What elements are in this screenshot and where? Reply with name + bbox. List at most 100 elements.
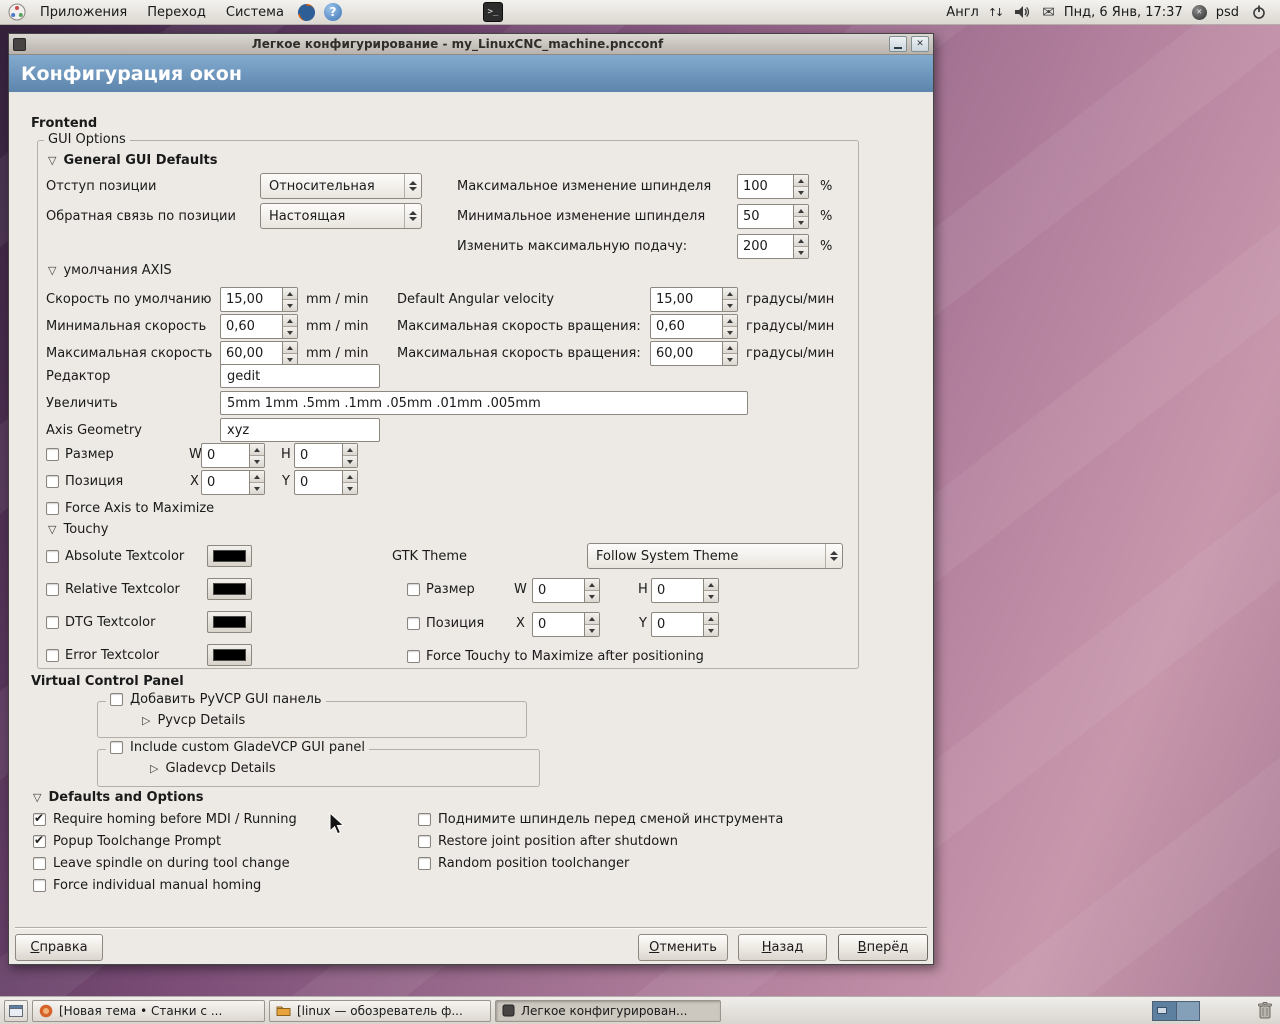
spin-up-button[interactable] [343, 471, 357, 482]
axis-size-w-spin[interactable]: 0 [201, 443, 265, 468]
spin-down-button[interactable] [250, 482, 264, 494]
editor-entry[interactable]: gedit [220, 364, 380, 388]
user-status-icon[interactable]: ✕ [1191, 4, 1207, 20]
spin-up-button[interactable] [250, 444, 264, 455]
clock[interactable]: Пнд, 6 Янв, 17:37 [1064, 5, 1183, 20]
forward-button[interactable]: Вперёд [838, 934, 928, 961]
position-feedback-combo[interactable]: Настоящая [260, 203, 422, 229]
gladevcp-details-expander[interactable]: ▷ Gladevcp Details [150, 761, 276, 776]
max-speed-spin[interactable]: 60,00 [220, 341, 298, 366]
back-button[interactable]: Назад [738, 934, 827, 961]
workspace-2[interactable] [1176, 1001, 1199, 1020]
spin-up-button[interactable] [343, 444, 357, 455]
spin-up-button[interactable] [723, 342, 737, 353]
keyboard-switch-icon[interactable]: ↑↓ [988, 6, 1005, 19]
spin-down-button[interactable] [794, 246, 808, 258]
cancel-button[interactable]: Отменить [638, 934, 728, 961]
spin-down-button[interactable] [283, 326, 297, 338]
axis-position-checkbox[interactable] [46, 475, 59, 488]
spin-down-button[interactable] [250, 455, 264, 467]
restore-joint-checkbox[interactable] [418, 835, 431, 848]
axis-defaults-expander[interactable]: ▽ умолчания AXIS [48, 263, 172, 278]
max-angular-2-spin[interactable]: 60,00 [650, 341, 738, 366]
min-speed-spin[interactable]: 0,60 [220, 314, 298, 339]
spin-up-button[interactable] [794, 235, 808, 246]
spin-up-button[interactable] [585, 613, 599, 624]
error-textcolor-button[interactable] [207, 644, 252, 666]
window-titlebar[interactable]: Легкое конфигурирование - my_LinuxCNC_ma… [9, 34, 933, 55]
spin-up-button[interactable] [283, 315, 297, 326]
raise-spindle-checkbox[interactable] [418, 813, 431, 826]
spin-down-button[interactable] [723, 299, 737, 311]
spin-down-button[interactable] [704, 590, 718, 602]
axis-size-h-spin[interactable]: 0 [294, 443, 358, 468]
taskbar-item-pncconf[interactable]: Легкое конфигурирован... [495, 999, 721, 1022]
spin-up-button[interactable] [794, 205, 808, 216]
gtk-theme-combo[interactable]: Follow System Theme [587, 543, 843, 569]
keyboard-layout-indicator[interactable]: Англ [946, 5, 979, 20]
spin-up-button[interactable] [704, 579, 718, 590]
axis-size-checkbox[interactable] [46, 448, 59, 461]
dtg-textcolor-button[interactable] [207, 611, 252, 633]
menu-places[interactable]: Переход [139, 3, 214, 22]
dtg-textcolor-checkbox[interactable] [46, 616, 59, 629]
general-gui-defaults-expander[interactable]: ▽ General GUI Defaults [48, 153, 217, 168]
axis-position-x-spin[interactable]: 0 [201, 470, 265, 495]
force-axis-maximize-checkbox[interactable] [46, 502, 59, 515]
spin-up-button[interactable] [723, 288, 737, 299]
spin-up-button[interactable] [794, 175, 808, 186]
username[interactable]: psd [1216, 5, 1239, 20]
spin-down-button[interactable] [794, 216, 808, 228]
close-button[interactable]: ✕ [911, 36, 929, 52]
trash-icon[interactable] [1254, 1000, 1276, 1022]
firefox-launcher-icon[interactable] [296, 1, 318, 23]
spin-up-button[interactable] [283, 288, 297, 299]
touchy-position-checkbox[interactable] [407, 617, 420, 630]
absolute-textcolor-button[interactable] [207, 545, 252, 567]
spin-down-button[interactable] [704, 624, 718, 636]
feed-max-spin[interactable]: 200 [737, 234, 809, 259]
relative-textcolor-button[interactable] [207, 578, 252, 600]
spin-up-button[interactable] [250, 471, 264, 482]
terminal-launcher-icon[interactable]: >_ [482, 1, 504, 23]
default-angular-spin[interactable]: 15,00 [650, 287, 738, 312]
max-angular-1-spin[interactable]: 0,60 [650, 314, 738, 339]
spin-down-button[interactable] [585, 624, 599, 636]
error-textcolor-checkbox[interactable] [46, 649, 59, 662]
require-homing-checkbox[interactable] [33, 811, 46, 826]
defaults-options-expander[interactable]: ▽ Defaults and Options [33, 790, 204, 805]
spin-down-button[interactable] [283, 299, 297, 311]
help-launcher-icon[interactable]: ? [322, 1, 344, 23]
increments-entry[interactable]: 5mm 1mm .5mm .1mm .05mm .01mm .005mm [220, 391, 748, 415]
spin-up-button[interactable] [585, 579, 599, 590]
taskbar-item-browser-topic[interactable]: [Новая тема • Станки с ... [32, 999, 265, 1022]
relative-textcolor-checkbox[interactable] [46, 583, 59, 596]
force-individual-homing-checkbox[interactable] [33, 879, 46, 892]
touchy-position-x-spin[interactable]: 0 [532, 612, 600, 637]
axis-position-y-spin[interactable]: 0 [294, 470, 358, 495]
spin-down-button[interactable] [343, 482, 357, 494]
minimize-button[interactable] [889, 36, 907, 52]
spin-down-button[interactable] [343, 455, 357, 467]
spin-down-button[interactable] [585, 590, 599, 602]
workspace-1[interactable] [1153, 1001, 1176, 1020]
spindle-min-spin[interactable]: 50 [737, 204, 809, 229]
random-toolchanger-checkbox[interactable] [418, 857, 431, 870]
distro-logo-icon[interactable] [6, 1, 28, 23]
touchy-size-checkbox[interactable] [407, 583, 420, 596]
spin-up-button[interactable] [723, 315, 737, 326]
absolute-textcolor-checkbox[interactable] [46, 550, 59, 563]
default-speed-spin[interactable]: 15,00 [220, 287, 298, 312]
touchy-expander[interactable]: ▽ Touchy [48, 522, 108, 537]
spin-up-button[interactable] [704, 613, 718, 624]
pyvcp-checkbox[interactable] [110, 693, 123, 706]
pyvcp-details-expander[interactable]: ▷ Pyvcp Details [142, 713, 245, 728]
force-touchy-maximize-checkbox[interactable] [407, 650, 420, 663]
spindle-max-spin[interactable]: 100 [737, 174, 809, 199]
spin-down-button[interactable] [723, 353, 737, 365]
spin-down-button[interactable] [794, 186, 808, 198]
taskbar-item-file-browser[interactable]: [linux — обозреватель ф... [269, 999, 491, 1022]
touchy-size-h-spin[interactable]: 0 [651, 578, 719, 603]
spin-up-button[interactable] [283, 342, 297, 353]
gladevcp-checkbox[interactable] [110, 741, 123, 754]
